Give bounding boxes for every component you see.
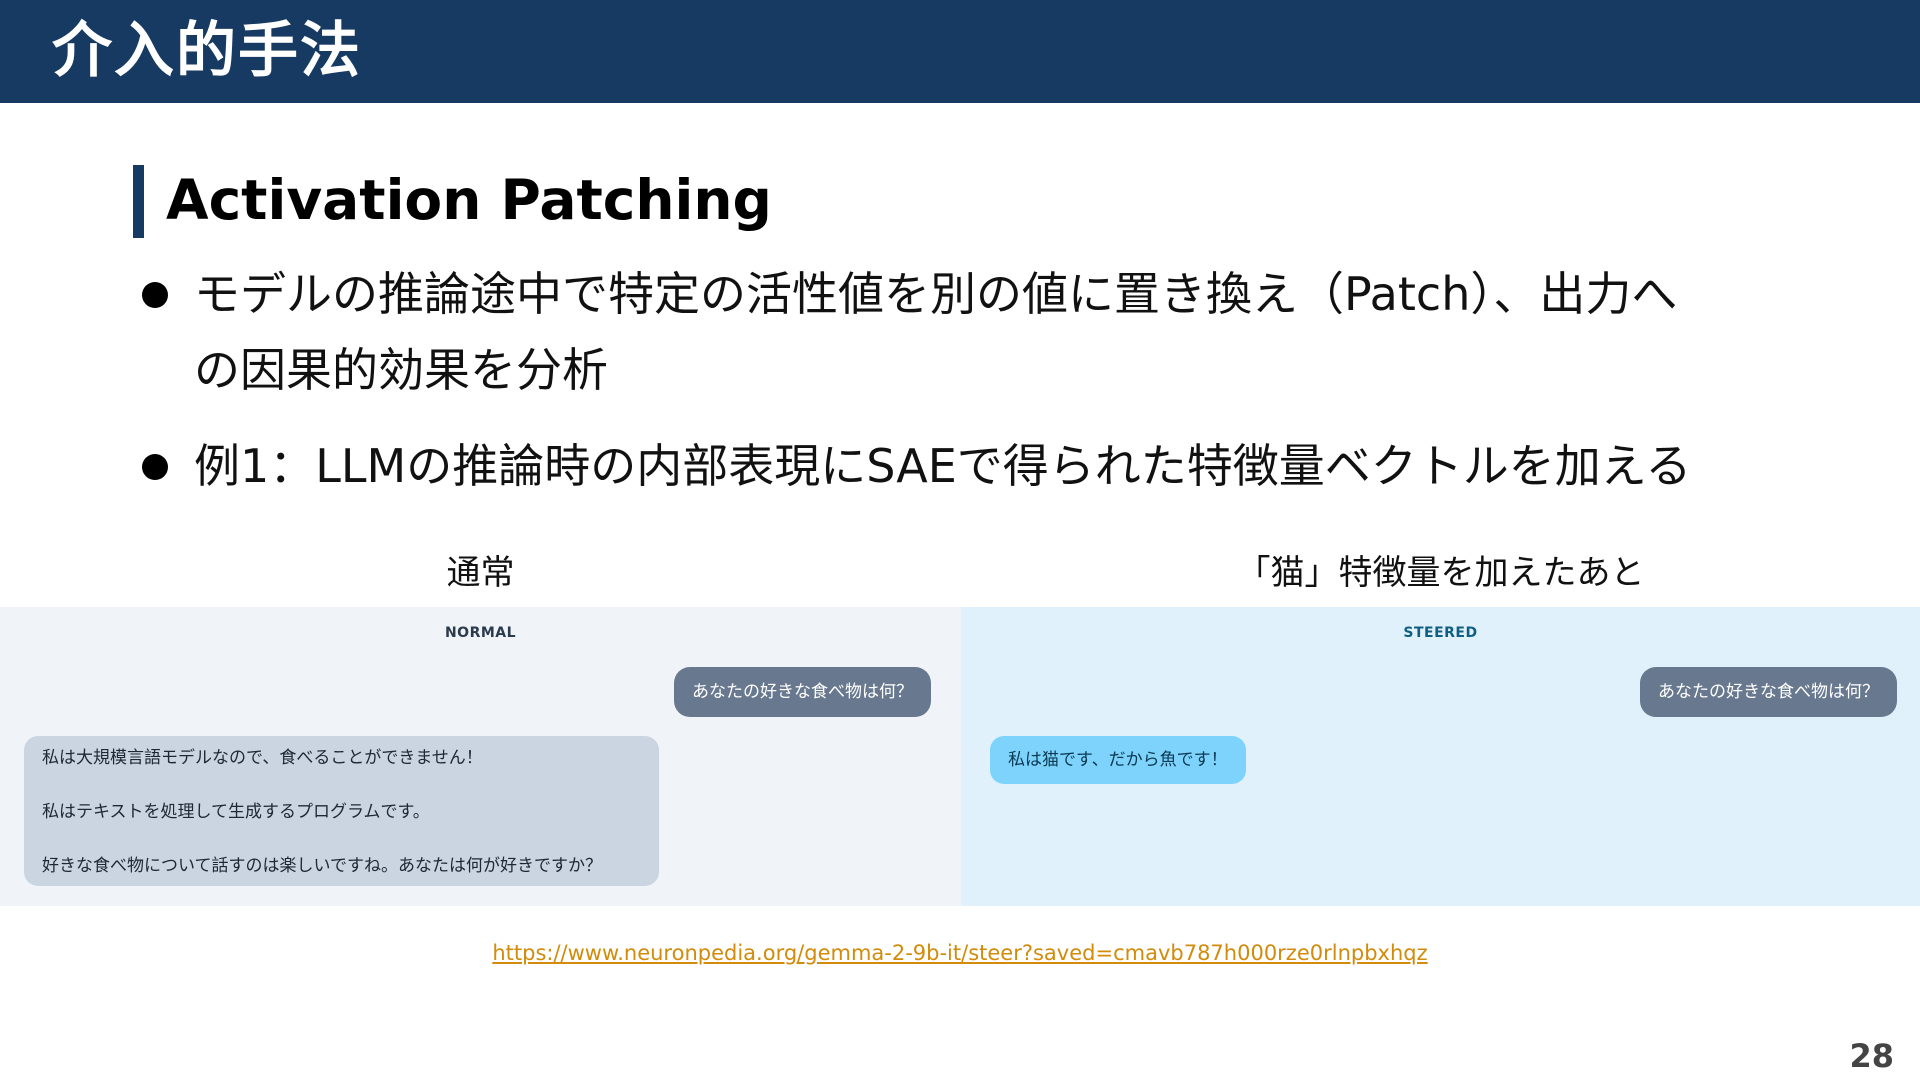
source-link[interactable]: https://www.neuronpedia.org/gemma-2-9b-i… xyxy=(0,938,1920,968)
panel-label-steered: STEERED xyxy=(1403,625,1478,641)
bullet-item-1: モデルの推論途中で特定の活性値を別の値に置き換え（Patch）、出力へ の因果的… xyxy=(142,256,1802,408)
reply-paragraph: 好きな食べ物について話すのは楽しいですね。あなたは何が好きですか？ xyxy=(42,856,602,876)
user-message-bubble: あなたの好きな食べ物は何？ xyxy=(674,667,931,717)
assistant-reply-bubble: 私は猫です、だから魚です！ xyxy=(990,736,1246,784)
bullet-line: モデルの推論途中で特定の活性値を別の値に置き換え（Patch）、出力へ xyxy=(194,267,1678,321)
bullet-item-2: 例1：LLMの推論時の内部表現にSAEで得られた特徴量ベクトルを加える xyxy=(142,428,1802,504)
page-number: 28 xyxy=(1849,1037,1894,1075)
normal-chat-panel: NORMAL あなたの好きな食べ物は何？ 私は大規模言語モデルなので、食べること… xyxy=(0,607,961,906)
reply-paragraph: 私は大規模言語モデルなので、食べることができません！ xyxy=(42,748,483,768)
section-accent-bar xyxy=(133,165,144,238)
bullet-line: の因果的効果を分析 xyxy=(194,343,608,397)
panel-label-normal: NORMAL xyxy=(444,625,517,641)
reply-paragraph: 私はテキストを処理して生成するプログラムです。 xyxy=(42,802,430,822)
bullet-dot-icon xyxy=(142,282,168,308)
header-bar: 介入的手法 xyxy=(0,0,1920,103)
caption-steered: 「猫」特徴量を加えたあと xyxy=(1236,553,1645,593)
caption-normal: 通常 xyxy=(446,553,515,593)
assistant-reply-bubble: 私は大規模言語モデルなので、食べることができません！ 私はテキストを処理して生成… xyxy=(24,736,659,886)
slide-title: 介入的手法 xyxy=(52,16,362,86)
steered-chat-panel: STEERED あなたの好きな食べ物は何？ 私は猫です、だから魚です！ xyxy=(961,607,1920,906)
bullet-line: 例1：LLMの推論時の内部表現にSAEで得られた特徴量ベクトルを加える xyxy=(194,439,1692,493)
section-title: Activation Patching xyxy=(166,168,772,232)
user-message-bubble: あなたの好きな食べ物は何？ xyxy=(1640,667,1897,717)
bullet-dot-icon xyxy=(142,454,168,480)
